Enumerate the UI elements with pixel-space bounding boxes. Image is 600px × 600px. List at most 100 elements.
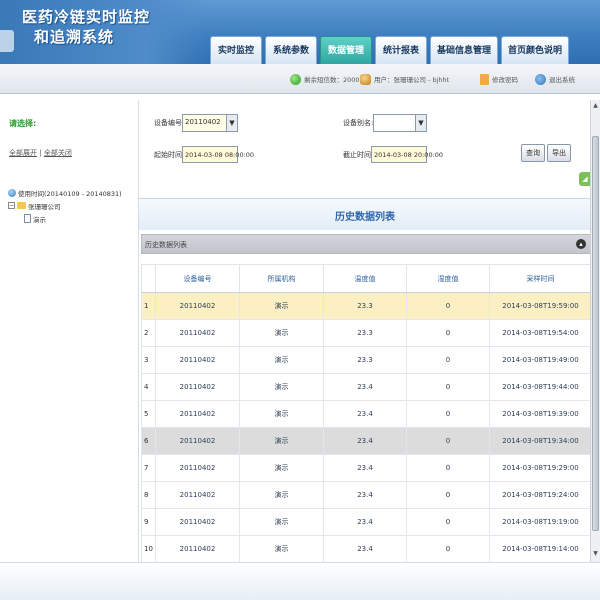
app-title-line1: 医药冷链实时监控 [22,8,151,26]
tab-statistics-report[interactable]: 统计报表 [375,36,427,64]
current-user-text: 用户：张珊珊公司 - bjhht [374,76,450,84]
cell-device: 20110402 [155,373,240,401]
cell-humidity: 0 [406,400,490,428]
device-no-select[interactable]: 20110402 ▼ [182,114,238,132]
table-row[interactable]: 8 20110402 演示 23.4 0 2014-03-08T19:24:00 [141,481,592,509]
cell-org: 演示 [239,373,324,401]
tab-system-params[interactable]: 系统参数 [265,36,317,64]
end-time-label: 截止时间: [343,151,374,159]
device-alias-select[interactable]: ▼ [373,114,427,132]
sms-balance: 剩余短信数：2000 [290,72,360,86]
device-no-value: 20110402 [185,118,221,126]
change-password-text[interactable]: 修改密码 [492,74,518,84]
collapse-grid-icon[interactable]: ▴ [576,239,586,249]
chevron-down-icon[interactable]: ▼ [415,115,426,131]
cell-time: 2014-03-08T19:49:00 [489,346,592,374]
sms-balance-text: 剩余短信数：2000 [304,76,360,84]
tree-node-label[interactable]: 演示 [33,214,46,224]
app-title-line2: 和追溯系统 [34,28,115,46]
scroll-up-icon[interactable]: ▲ [591,102,600,112]
expand-all-link[interactable]: 全部展开 [9,149,37,157]
tab-data-management[interactable]: 数据管理 [320,36,372,64]
left-sidebar: 请选择: 全部展开 | 全部关闭 使用时间(20140109 - 2014083… [0,100,138,562]
cell-org: 演示 [239,427,324,455]
tree-root[interactable]: 使用时间(20140109 - 20140831) [8,186,122,199]
col-sample-time[interactable]: 采样时间 [489,264,592,293]
cell-temp: 23.4 [323,481,407,509]
collapse-all-link[interactable]: 全部关闭 [44,149,72,157]
tab-realtime-monitor[interactable]: 实时监控 [210,36,262,64]
tree-node[interactable]: 演示 [8,212,122,225]
table-row[interactable]: 5 20110402 演示 23.4 0 2014-03-08T19:39:00 [141,400,592,428]
end-time-input[interactable]: 2014-03-08 20:00:00 [371,146,443,163]
footer [0,562,600,600]
tree-company[interactable]: − 张珊珊公司 [8,199,122,212]
row-number: 2 [141,319,156,347]
list-title: 历史数据列表 [335,212,395,223]
col-device-no[interactable]: 设备编号 [155,264,240,293]
cell-time: 2014-03-08T19:59:00 [489,292,592,320]
export-button[interactable]: 导出 [547,144,571,162]
tab-basic-info[interactable]: 基础信息管理 [430,36,499,64]
cell-time: 2014-03-08T19:54:00 [489,319,592,347]
row-number: 3 [141,346,156,374]
sidebar-links: 全部展开 | 全部关闭 [9,148,72,158]
table-row[interactable]: 3 20110402 演示 23.3 0 2014-03-08T19:49:00 [141,346,592,374]
history-table: 设备编号 所属机构 温度值 湿度值 采样时间 1 20110402 演示 23.… [141,264,592,563]
cell-time: 2014-03-08T19:19:00 [489,508,592,536]
cell-device: 20110402 [155,454,240,482]
cell-temp: 23.4 [323,373,407,401]
device-alias-label: 设备别名: [343,119,374,127]
table-row[interactable]: 7 20110402 演示 23.4 0 2014-03-08T19:29:00 [141,454,592,482]
change-password-link[interactable]: 修改密码 [480,72,518,86]
cell-humidity: 0 [406,454,490,482]
col-humidity[interactable]: 湿度值 [406,264,490,293]
row-number: 9 [141,508,156,536]
sidebar-title: 请选择: [9,119,37,128]
cell-humidity: 0 [406,481,490,509]
expand-toggle-icon[interactable]: − [8,202,15,209]
device-no-label: 设备编号: [154,119,185,127]
cell-humidity: 0 [406,535,490,563]
chevron-down-icon[interactable]: ▼ [226,115,237,131]
table-row[interactable]: 9 20110402 演示 23.4 0 2014-03-08T19:19:00 [141,508,592,536]
cell-org: 演示 [239,400,324,428]
table-row[interactable]: 6 20110402 演示 23.4 0 2014-03-08T19:34:00 [141,427,592,455]
table-row[interactable]: 10 20110402 演示 23.4 0 2014-03-08T19:14:0… [141,535,592,563]
grid-caption: 历史数据列表 [145,241,187,249]
status-bar: 剩余短信数：2000 用户：张珊珊公司 - bjhht 修改密码 退出系统 [0,64,600,94]
green-circle-icon [290,73,301,85]
cell-device: 20110402 [155,481,240,509]
start-time-input[interactable]: 2014-03-08 08:00:00 [182,146,254,163]
cell-temp: 23.3 [323,346,407,374]
cell-device: 20110402 [155,535,240,563]
row-number: 4 [141,373,156,401]
col-temp[interactable]: 温度值 [323,264,407,293]
cell-device: 20110402 [155,292,240,320]
logout-text[interactable]: 退出系统 [549,74,575,84]
table-row[interactable]: 4 20110402 演示 23.4 0 2014-03-08T19:44:00 [141,373,592,401]
tree-company-label[interactable]: 张珊珊公司 [28,201,61,211]
row-number: 1 [141,292,156,320]
col-org[interactable]: 所属机构 [239,264,324,293]
cell-device: 20110402 [155,319,240,347]
cell-humidity: 0 [406,427,490,455]
table-row[interactable]: 2 20110402 演示 23.3 0 2014-03-08T19:54:00 [141,319,592,347]
cell-temp: 23.3 [323,319,407,347]
cell-device: 20110402 [155,346,240,374]
scroll-down-icon[interactable]: ▼ [591,550,600,560]
cell-device: 20110402 [155,427,240,455]
cell-temp: 23.4 [323,427,407,455]
tab-color-legend[interactable]: 首页颜色说明 [501,36,570,64]
folder-icon [17,202,26,209]
scroll-thumb[interactable] [592,136,599,531]
table-row[interactable]: 1 20110402 演示 23.3 0 2014-03-08T19:59:00 [141,292,592,320]
query-button[interactable]: 查询 [521,144,545,162]
tree-root-label[interactable]: 使用时间(20140109 - 20140831) [18,188,122,198]
list-title-bar: 历史数据列表 [139,198,591,230]
current-user: 用户：张珊珊公司 - bjhht [360,72,449,86]
vertical-scrollbar[interactable]: ▲ ▼ [590,100,600,562]
app-header: 医药冷链实时监控 和追溯系统 实时监控 系统参数 数据管理 统计报表 基础信息管… [0,0,600,64]
table-header-row: 设备编号 所属机构 温度值 湿度值 采样时间 [141,264,592,293]
logout-link[interactable]: 退出系统 [535,72,575,86]
